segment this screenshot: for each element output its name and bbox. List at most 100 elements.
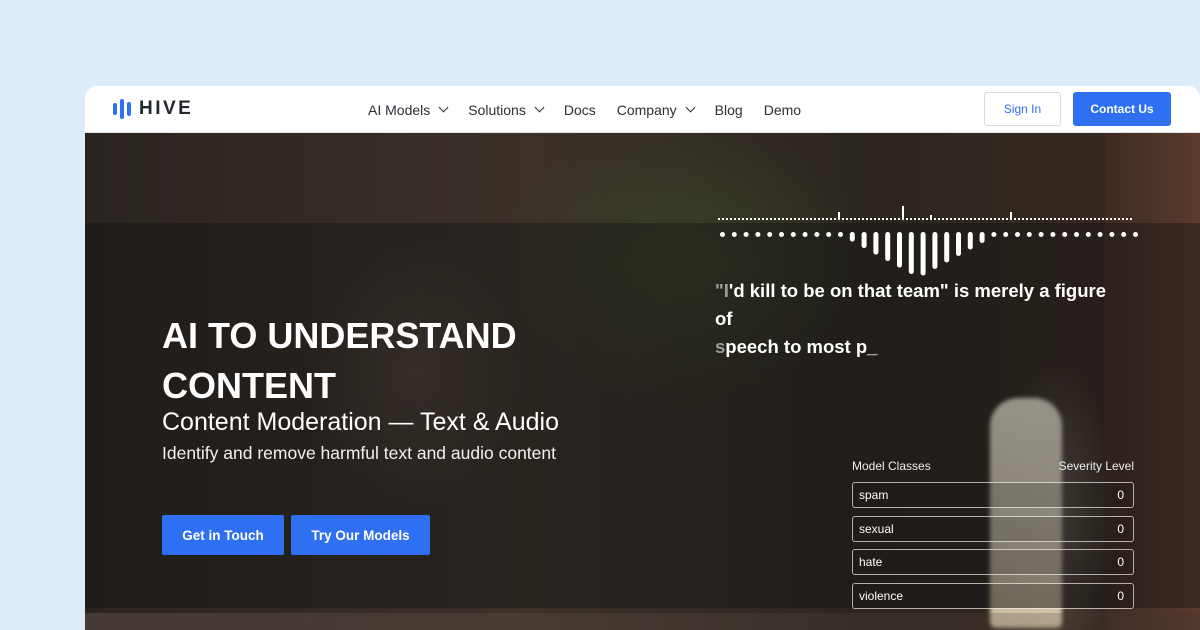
wave-bar-top [866, 218, 868, 220]
wave-bar-bottom [991, 232, 997, 237]
wave-bar-top [1110, 218, 1112, 220]
wave-bar-bottom [920, 232, 926, 276]
wave-bar-top [1026, 218, 1028, 220]
model-classes-header: Model Classes Severity Level [852, 459, 1134, 473]
wave-bar-top [982, 218, 984, 220]
wave-bar-top [1126, 218, 1128, 220]
transcript-lead: "I [715, 280, 729, 301]
wave-bar-top [1094, 218, 1096, 220]
menu-item-demo[interactable]: Demo [764, 102, 801, 118]
wave-bar-top [894, 218, 896, 220]
wave-bar-top [810, 218, 812, 220]
wave-bar-bottom [944, 232, 950, 263]
wave-bar-top [922, 218, 924, 220]
wave-bar-top [1082, 218, 1084, 220]
wave-bar-top [998, 218, 1000, 220]
wave-bar-top [1038, 218, 1040, 220]
get-in-touch-button[interactable]: Get in Touch [162, 515, 284, 555]
class-level: 0 [1117, 555, 1124, 569]
class-name: sexual [859, 521, 894, 536]
wave-bar-top [1066, 218, 1068, 220]
wave-bar-bottom [743, 232, 749, 237]
class-name: hate [859, 555, 883, 569]
class-row-violence: violence 0 [852, 582, 1134, 609]
wave-bar-top [850, 218, 852, 220]
wave-bar-top [938, 218, 940, 220]
wave-bar-top [1070, 218, 1072, 220]
wave-bar-top [1078, 218, 1080, 220]
wave-bar-top [1058, 218, 1060, 220]
wave-bar-top [1054, 218, 1056, 220]
wave-bar-bottom [1097, 232, 1103, 237]
wave-bar-top [958, 218, 960, 220]
menu-item-label: Blog [714, 101, 743, 118]
transcript-text: "I'd kill to be on that team" is merely … [715, 277, 1125, 361]
class-level: 0 [1117, 521, 1124, 536]
menu-item-solutions[interactable]: Solutions [468, 102, 545, 118]
wave-bar-top [1106, 218, 1108, 220]
wave-bar-bottom [1133, 232, 1138, 237]
menu-item-blog[interactable]: Blog [715, 102, 743, 118]
wave-bar-top [986, 218, 988, 220]
wave-bar-top [786, 218, 788, 220]
wave-bar-top [942, 218, 944, 220]
wave-bar-top [1118, 218, 1120, 220]
wave-bar-top [854, 218, 856, 220]
wave-bar-top [1010, 212, 1012, 220]
wave-bar-bottom [873, 232, 879, 255]
class-level: 0 [1117, 588, 1124, 603]
chevron-down-icon [438, 102, 449, 113]
class-level: 0 [1117, 488, 1124, 502]
wave-bar-top [994, 218, 996, 220]
wave-bar-top [1030, 218, 1032, 220]
wave-bar-top [974, 218, 976, 220]
wave-bar-top [722, 218, 724, 220]
wave-bar-top [1014, 218, 1016, 220]
hero-subtitle: Content Moderation — Text & Audio [162, 408, 559, 436]
wave-bar-bottom [1085, 232, 1091, 237]
wave-bar-top [814, 218, 816, 220]
wave-bar-bottom [956, 232, 961, 256]
wave-bar-top [1130, 218, 1132, 220]
contact-us-button[interactable]: Contact Us [1073, 92, 1171, 126]
sign-in-button[interactable]: Sign In [984, 92, 1061, 126]
model-classes-panel: Model Classes Severity Level spam 0 sexu… [852, 459, 1134, 616]
wave-bar-top [1062, 218, 1064, 220]
wave-bar-bottom [1121, 232, 1127, 237]
wave-bar-top [1022, 218, 1024, 220]
wave-bar-top [970, 218, 972, 220]
try-our-models-button[interactable]: Try Our Models [291, 515, 430, 555]
wave-bar-top [1086, 218, 1088, 220]
wave-bar-top [870, 218, 872, 220]
wave-bar-top [898, 218, 900, 220]
hero-description: Identify and remove harmful text and aud… [162, 443, 556, 463]
wave-bar-top [1090, 218, 1092, 220]
wave-bar-top [926, 218, 928, 220]
menu-item-label: AI Models [368, 101, 431, 118]
wave-bar-top [1046, 218, 1048, 220]
wave-bar-top [1102, 218, 1104, 220]
menu-item-ai-models[interactable]: AI Models [368, 101, 449, 118]
logo[interactable]: HIVE [113, 98, 193, 120]
menu-item-company[interactable]: Company [617, 102, 696, 118]
wave-bar-top [754, 218, 756, 220]
wave-bar-top [1122, 218, 1124, 220]
hero-section: AI TO UNDERSTAND CONTENT Content Moderat… [85, 133, 1200, 630]
wave-bar-bottom [932, 232, 938, 269]
wave-bar-bottom [1015, 232, 1020, 237]
wave-bar-top [874, 218, 876, 220]
wave-bar-bottom [979, 232, 985, 244]
class-row-sexual: sexual 0 [852, 515, 1134, 542]
wave-bar-top [946, 218, 948, 220]
main-menu: AI Models Solutions Docs Company Blog De… [368, 86, 822, 133]
wave-bar-bottom [1026, 232, 1032, 237]
wave-bar-top [1006, 218, 1008, 220]
wave-bar-top [738, 218, 740, 220]
menu-item-docs[interactable]: Docs [564, 102, 596, 118]
class-row-hate: hate 0 [852, 549, 1134, 575]
wave-bar-top [798, 218, 800, 220]
wave-bar-top [846, 218, 848, 220]
wave-bar-top [758, 218, 760, 220]
wave-bar-bottom [849, 232, 855, 242]
wave-bar-top [1114, 218, 1116, 220]
